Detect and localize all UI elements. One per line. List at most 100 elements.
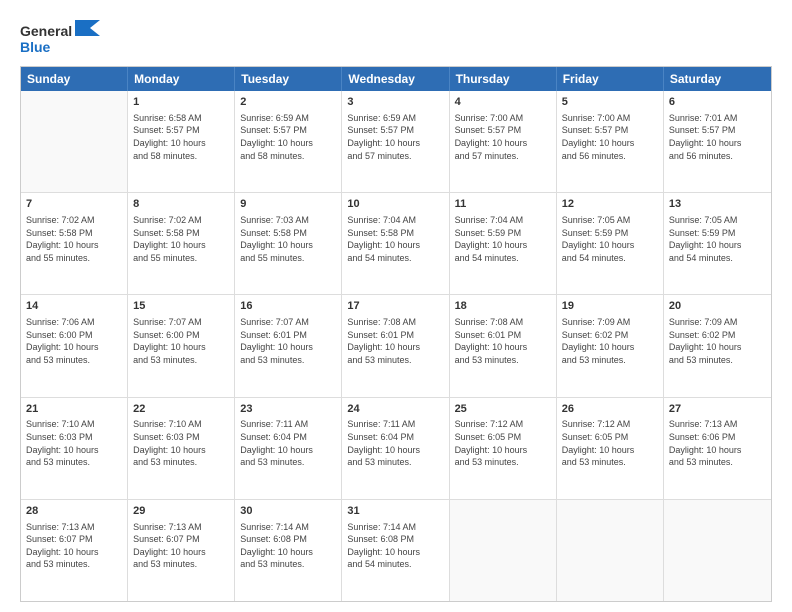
cell-info: Sunrise: 7:02 AM Sunset: 5:58 PM Dayligh… xyxy=(26,214,122,264)
day-number: 7 xyxy=(26,197,122,212)
svg-text:Blue: Blue xyxy=(20,39,51,55)
header-monday: Monday xyxy=(128,67,235,91)
day-number: 29 xyxy=(133,504,229,519)
cell-info: Sunrise: 7:09 AM Sunset: 6:02 PM Dayligh… xyxy=(562,316,658,366)
cal-cell-1-3: 2Sunrise: 6:59 AM Sunset: 5:57 PM Daylig… xyxy=(235,91,342,192)
cal-cell-4-6: 26Sunrise: 7:12 AM Sunset: 6:05 PM Dayli… xyxy=(557,398,664,499)
cal-cell-4-7: 27Sunrise: 7:13 AM Sunset: 6:06 PM Dayli… xyxy=(664,398,771,499)
cal-cell-1-2: 1Sunrise: 6:58 AM Sunset: 5:57 PM Daylig… xyxy=(128,91,235,192)
cell-info: Sunrise: 6:59 AM Sunset: 5:57 PM Dayligh… xyxy=(240,112,336,162)
cell-info: Sunrise: 6:58 AM Sunset: 5:57 PM Dayligh… xyxy=(133,112,229,162)
day-number: 11 xyxy=(455,197,551,212)
cal-cell-2-4: 10 Sunrise: 7:04 AM Sunset: 5:58 PM Dayli… xyxy=(342,193,449,294)
cal-cell-4-2: 22Sunrise: 7:10 AM Sunset: 6:03 PM Dayli… xyxy=(128,398,235,499)
cell-info: Sunrise: 7:13 AM Sunset: 6:07 PM Dayligh… xyxy=(26,521,122,571)
day-number: 15 xyxy=(133,299,229,314)
calendar-row-3: 14 Sunrise: 7:06 AM Sunset: 6:00 PM Dayli… xyxy=(21,295,771,397)
cell-info: Sunrise: 7:03 AM Sunset: 5:58 PM Dayligh… xyxy=(240,214,336,264)
day-number: 10 xyxy=(347,197,443,212)
cell-info: Sunrise: 7:05 AM Sunset: 5:59 PM Dayligh… xyxy=(669,214,766,264)
cell-info: Sunrise: 7:00 AM Sunset: 5:57 PM Dayligh… xyxy=(455,112,551,162)
cell-info: Sunrise: 7:01 AM Sunset: 5:57 PM Dayligh… xyxy=(669,112,766,162)
day-number: 9 xyxy=(240,197,336,212)
cal-cell-1-1 xyxy=(21,91,128,192)
cell-info: Sunrise: 7:09 AM Sunset: 6:02 PM Dayligh… xyxy=(669,316,766,366)
cell-info: Sunrise: 7:05 AM Sunset: 5:59 PM Dayligh… xyxy=(562,214,658,264)
day-number: 23 xyxy=(240,402,336,417)
calendar: Sunday Monday Tuesday Wednesday Thursday… xyxy=(20,66,772,602)
cal-cell-2-2: 8 Sunrise: 7:02 AM Sunset: 5:58 PM Daylig… xyxy=(128,193,235,294)
day-number: 28 xyxy=(26,504,122,519)
day-number: 6 xyxy=(669,95,766,110)
day-number: 16 xyxy=(240,299,336,314)
day-number: 8 xyxy=(133,197,229,212)
cal-cell-5-3: 30Sunrise: 7:14 AM Sunset: 6:08 PM Dayli… xyxy=(235,500,342,601)
cell-info: Sunrise: 7:04 AM Sunset: 5:59 PM Dayligh… xyxy=(455,214,551,264)
cal-cell-2-1: 7 Sunrise: 7:02 AM Sunset: 5:58 PM Daylig… xyxy=(21,193,128,294)
cal-cell-3-1: 14 Sunrise: 7:06 AM Sunset: 6:00 PM Dayli… xyxy=(21,295,128,396)
header-saturday: Saturday xyxy=(664,67,771,91)
logo-svg: General Blue xyxy=(20,18,110,58)
cell-info: Sunrise: 7:08 AM Sunset: 6:01 PM Dayligh… xyxy=(455,316,551,366)
header-wednesday: Wednesday xyxy=(342,67,449,91)
day-number: 14 xyxy=(26,299,122,314)
header-friday: Friday xyxy=(557,67,664,91)
logo: General Blue xyxy=(20,18,110,58)
day-number: 27 xyxy=(669,402,766,417)
cal-cell-4-1: 21Sunrise: 7:10 AM Sunset: 6:03 PM Dayli… xyxy=(21,398,128,499)
cell-info: Sunrise: 7:02 AM Sunset: 5:58 PM Dayligh… xyxy=(133,214,229,264)
cal-cell-3-4: 17 Sunrise: 7:08 AM Sunset: 6:01 PM Dayli… xyxy=(342,295,449,396)
cell-info: Sunrise: 7:04 AM Sunset: 5:58 PM Dayligh… xyxy=(347,214,443,264)
cell-info: Sunrise: 7:13 AM Sunset: 6:07 PM Dayligh… xyxy=(133,521,229,571)
day-number: 20 xyxy=(669,299,766,314)
svg-text:General: General xyxy=(20,23,72,39)
day-number: 31 xyxy=(347,504,443,519)
cal-cell-4-3: 23Sunrise: 7:11 AM Sunset: 6:04 PM Dayli… xyxy=(235,398,342,499)
day-number: 4 xyxy=(455,95,551,110)
cell-info: Sunrise: 7:10 AM Sunset: 6:03 PM Dayligh… xyxy=(133,418,229,468)
day-number: 18 xyxy=(455,299,551,314)
page: General Blue Sunday Monday Tuesday Wedne… xyxy=(0,0,792,612)
day-number: 19 xyxy=(562,299,658,314)
calendar-row-5: 28 Sunrise: 7:13 AM Sunset: 6:07 PM Dayli… xyxy=(21,500,771,601)
cell-info: Sunrise: 7:11 AM Sunset: 6:04 PM Dayligh… xyxy=(347,418,443,468)
cal-cell-2-3: 9 Sunrise: 7:03 AM Sunset: 5:58 PM Daylig… xyxy=(235,193,342,294)
cal-cell-5-7 xyxy=(664,500,771,601)
day-number: 26 xyxy=(562,402,658,417)
cal-cell-3-3: 16 Sunrise: 7:07 AM Sunset: 6:01 PM Dayli… xyxy=(235,295,342,396)
cell-info: Sunrise: 7:13 AM Sunset: 6:06 PM Dayligh… xyxy=(669,418,766,468)
cal-cell-5-1: 28 Sunrise: 7:13 AM Sunset: 6:07 PM Dayli… xyxy=(21,500,128,601)
cal-cell-1-5: 4 Sunrise: 7:00 AM Sunset: 5:57 PM Daylig… xyxy=(450,91,557,192)
cal-cell-1-7: 6 Sunrise: 7:01 AM Sunset: 5:57 PM Daylig… xyxy=(664,91,771,192)
day-number: 25 xyxy=(455,402,551,417)
cell-info: Sunrise: 7:07 AM Sunset: 6:00 PM Dayligh… xyxy=(133,316,229,366)
cell-info: Sunrise: 7:12 AM Sunset: 6:05 PM Dayligh… xyxy=(562,418,658,468)
day-number: 5 xyxy=(562,95,658,110)
cal-cell-2-6: 12 Sunrise: 7:05 AM Sunset: 5:59 PM Dayli… xyxy=(557,193,664,294)
day-number: 17 xyxy=(347,299,443,314)
cal-cell-5-4: 31 Sunrise: 7:14 AM Sunset: 6:08 PM Dayli… xyxy=(342,500,449,601)
cell-info: Sunrise: 7:06 AM Sunset: 6:00 PM Dayligh… xyxy=(26,316,122,366)
cal-cell-5-5 xyxy=(450,500,557,601)
header-tuesday: Tuesday xyxy=(235,67,342,91)
cell-info: Sunrise: 7:10 AM Sunset: 6:03 PM Dayligh… xyxy=(26,418,122,468)
cal-cell-2-5: 11 Sunrise: 7:04 AM Sunset: 5:59 PM Dayli… xyxy=(450,193,557,294)
day-number: 21 xyxy=(26,402,122,417)
header-thursday: Thursday xyxy=(450,67,557,91)
cal-cell-5-6 xyxy=(557,500,664,601)
day-number: 12 xyxy=(562,197,658,212)
cal-cell-2-7: 13Sunrise: 7:05 AM Sunset: 5:59 PM Dayli… xyxy=(664,193,771,294)
cell-info: Sunrise: 6:59 AM Sunset: 5:57 PM Dayligh… xyxy=(347,112,443,162)
day-number: 24 xyxy=(347,402,443,417)
cell-info: Sunrise: 7:14 AM Sunset: 6:08 PM Dayligh… xyxy=(240,521,336,571)
cell-info: Sunrise: 7:14 AM Sunset: 6:08 PM Dayligh… xyxy=(347,521,443,571)
cal-cell-5-2: 29 Sunrise: 7:13 AM Sunset: 6:07 PM Dayli… xyxy=(128,500,235,601)
cell-info: Sunrise: 7:12 AM Sunset: 6:05 PM Dayligh… xyxy=(455,418,551,468)
header: General Blue xyxy=(20,18,772,58)
calendar-body: 1Sunrise: 6:58 AM Sunset: 5:57 PM Daylig… xyxy=(21,91,771,601)
cal-cell-3-5: 18 Sunrise: 7:08 AM Sunset: 6:01 PM Dayli… xyxy=(450,295,557,396)
cal-cell-1-4: 3Sunrise: 6:59 AM Sunset: 5:57 PM Daylig… xyxy=(342,91,449,192)
cell-info: Sunrise: 7:08 AM Sunset: 6:01 PM Dayligh… xyxy=(347,316,443,366)
cell-info: Sunrise: 7:07 AM Sunset: 6:01 PM Dayligh… xyxy=(240,316,336,366)
cal-cell-3-6: 19 Sunrise: 7:09 AM Sunset: 6:02 PM Dayli… xyxy=(557,295,664,396)
